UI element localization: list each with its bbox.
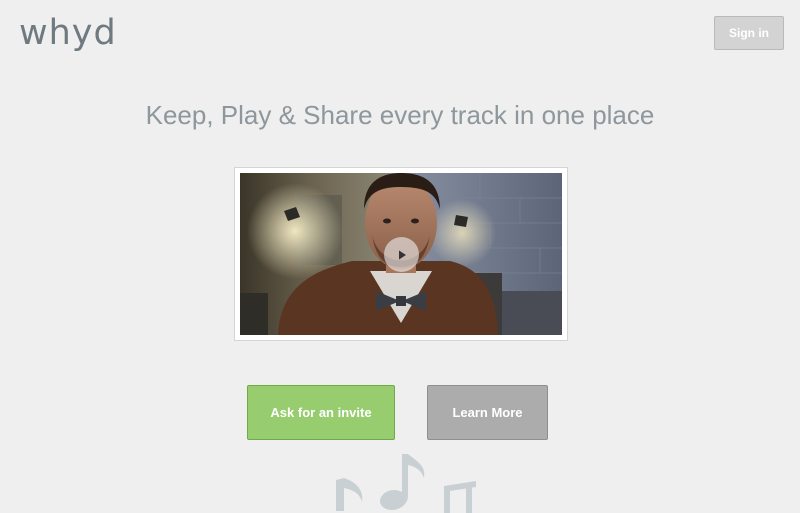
play-icon xyxy=(398,250,406,259)
learn-more-button[interactable]: Learn More xyxy=(427,385,548,440)
sign-in-button[interactable]: Sign in xyxy=(714,16,784,50)
video-frame xyxy=(234,167,568,341)
ask-for-invite-button[interactable]: Ask for an invite xyxy=(247,385,395,440)
lamp-right xyxy=(454,215,468,227)
lamp-glow-left xyxy=(247,183,343,279)
music-notes-icon xyxy=(336,454,476,513)
lamp-glow-right xyxy=(428,199,496,267)
play-button[interactable] xyxy=(384,237,419,272)
page-headline: Keep, Play & Share every track in one pl… xyxy=(145,100,655,130)
intro-video[interactable] xyxy=(240,173,562,335)
whyd-logo[interactable]: whyd xyxy=(19,11,117,55)
